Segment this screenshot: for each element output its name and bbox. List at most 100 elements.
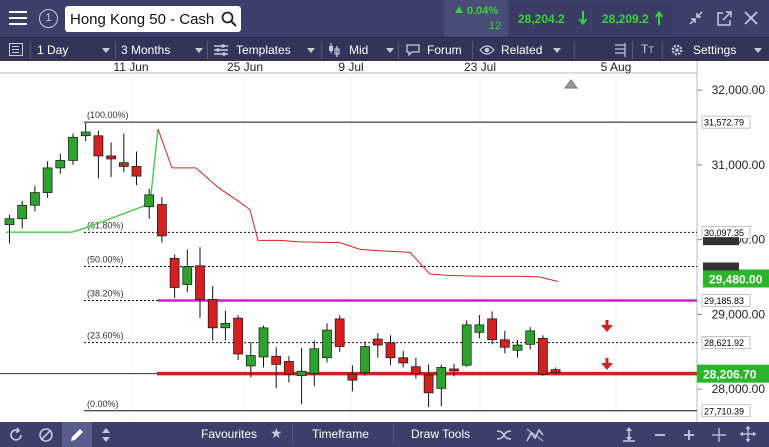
settings-label: Settings (693, 43, 737, 57)
change-up-arrow-icon (455, 6, 463, 13)
sort-arrows-icon[interactable] (100, 427, 112, 443)
candle-body (220, 323, 231, 329)
price-axis-label: 31,000.00 (712, 158, 766, 172)
pencil-icon (71, 429, 83, 441)
candle-body (322, 329, 332, 359)
zoom-out-icon[interactable] (654, 429, 666, 441)
candle-body (474, 324, 485, 333)
candle-body (334, 318, 345, 347)
chevron-down-icon (195, 48, 203, 53)
eye-icon (479, 45, 495, 55)
candle-body (372, 338, 383, 346)
zoom-in-icon[interactable] (683, 429, 695, 441)
chat-bubble-icon (406, 44, 420, 56)
fib-price-tag-label: 28,621.92 (704, 338, 744, 348)
candle-body (385, 342, 396, 359)
instrument-search-input[interactable]: Hong Kong 50 - Cash (65, 6, 241, 32)
price-chart[interactable]: 11 Jun 25 Jun 9 Jul 23 Jul 5 Aug 32,000.00 31… (0, 61, 769, 422)
candle-body (499, 339, 510, 348)
top-bar: 1 Hong Kong 50 - Cash 0.04% 12 28,204.2 … (0, 0, 769, 37)
candle-body (131, 166, 142, 177)
candle-body (296, 370, 307, 377)
search-icon[interactable] (221, 11, 237, 27)
chevron-down-icon (102, 48, 110, 53)
time-axis-label: 9 Jul (338, 61, 363, 74)
change-indicator: 0.04% 12 (444, 0, 508, 37)
range-dropdown[interactable]: 3 Months (116, 38, 206, 61)
interval-label: 1 Day (37, 43, 69, 57)
favourites-button[interactable]: Favourites (201, 427, 257, 441)
timeframe-button[interactable]: Timeframe (312, 427, 369, 441)
time-axis-label: 23 Jul (464, 61, 496, 74)
refresh-icon[interactable] (8, 427, 24, 443)
panel-layout-icon[interactable] (612, 43, 626, 57)
candle-body (144, 194, 155, 208)
time-axis-label: 5 Aug (601, 61, 632, 74)
minimize-icon[interactable] (689, 11, 703, 25)
sell-down-arrow-icon (579, 11, 587, 25)
candle-body (42, 167, 53, 193)
price-axis-label: 32,000.00 (712, 83, 766, 97)
fib-price-tag-label: 29,185.83 (704, 296, 744, 306)
fib-level-label: (0.00%) (87, 399, 119, 409)
text-size-icon[interactable]: TT (641, 42, 654, 56)
candle-body (284, 361, 294, 375)
templates-icon (214, 44, 228, 56)
sell-price: 28,204.2 (518, 12, 565, 26)
draw-pencil-button[interactable] (62, 422, 92, 447)
chevron-down-icon (307, 48, 315, 53)
candle-body (271, 355, 282, 365)
price-type-dropdown[interactable]: Mid (322, 38, 397, 61)
chevron-down-icon (754, 48, 762, 53)
chart-toolbar: 1 Day 3 Months Templates Mid Forum Relat… (0, 37, 769, 61)
toolbar-divider (292, 425, 293, 443)
related-label: Related (501, 43, 543, 57)
draw-tools-button[interactable]: Draw Tools (411, 427, 470, 441)
forum-label: Forum (427, 43, 462, 57)
candle-body (17, 204, 28, 220)
forum-button[interactable]: Forum (399, 38, 471, 61)
interval-dropdown[interactable]: 1 Day (32, 38, 114, 61)
sell-price-button[interactable]: 28,204.2 (510, 2, 590, 35)
no-entry-icon[interactable] (38, 427, 54, 443)
candle-body (55, 160, 66, 169)
time-axis-label: 11 Jun (113, 61, 148, 74)
expand-icon[interactable] (740, 426, 756, 442)
buy-price-button[interactable]: 28,209.2 (592, 2, 672, 35)
candle-body (550, 369, 561, 374)
fib-level-label: (38.20%) (87, 288, 124, 298)
buy-price: 28,209.2 (602, 12, 649, 26)
move-arrows-icon[interactable] (621, 426, 637, 442)
chevron-down-icon (553, 48, 561, 53)
close-icon[interactable] (744, 11, 758, 25)
candle-body (93, 135, 104, 157)
candle-body (309, 348, 320, 374)
candle-body (449, 368, 459, 372)
settings-dropdown[interactable]: Settings (663, 38, 769, 61)
candle-body (30, 192, 40, 206)
price-axis-label: 28,000.00 (712, 382, 766, 396)
templates-dropdown[interactable]: Templates (208, 38, 320, 61)
related-dropdown[interactable]: Related (473, 38, 573, 61)
fib-level-label: (100.00%) (87, 110, 129, 120)
crosshair-icon[interactable] (712, 428, 726, 442)
menu-icon[interactable] (9, 10, 27, 26)
range-label: 3 Months (121, 43, 171, 57)
curve-tool-icon[interactable] (496, 427, 512, 443)
change-count: 12 (489, 20, 502, 32)
gear-icon (671, 44, 683, 56)
candle-body (398, 357, 409, 364)
time-axis-label: 25 Jun (227, 61, 263, 74)
trend-tool-icon[interactable] (526, 427, 544, 443)
toolbar-divider (30, 41, 31, 59)
chart-list-icon[interactable] (9, 43, 23, 56)
candle-body (512, 344, 523, 351)
toolbar-divider (574, 41, 575, 59)
popout-icon[interactable] (717, 11, 732, 26)
toolbar-divider (632, 41, 633, 59)
candle-body (80, 131, 91, 137)
candle-body (360, 346, 370, 374)
fib-level-label: (23.60%) (87, 331, 124, 341)
info-icon[interactable]: 1 (39, 9, 58, 28)
star-icon[interactable]: ★ (270, 425, 283, 442)
